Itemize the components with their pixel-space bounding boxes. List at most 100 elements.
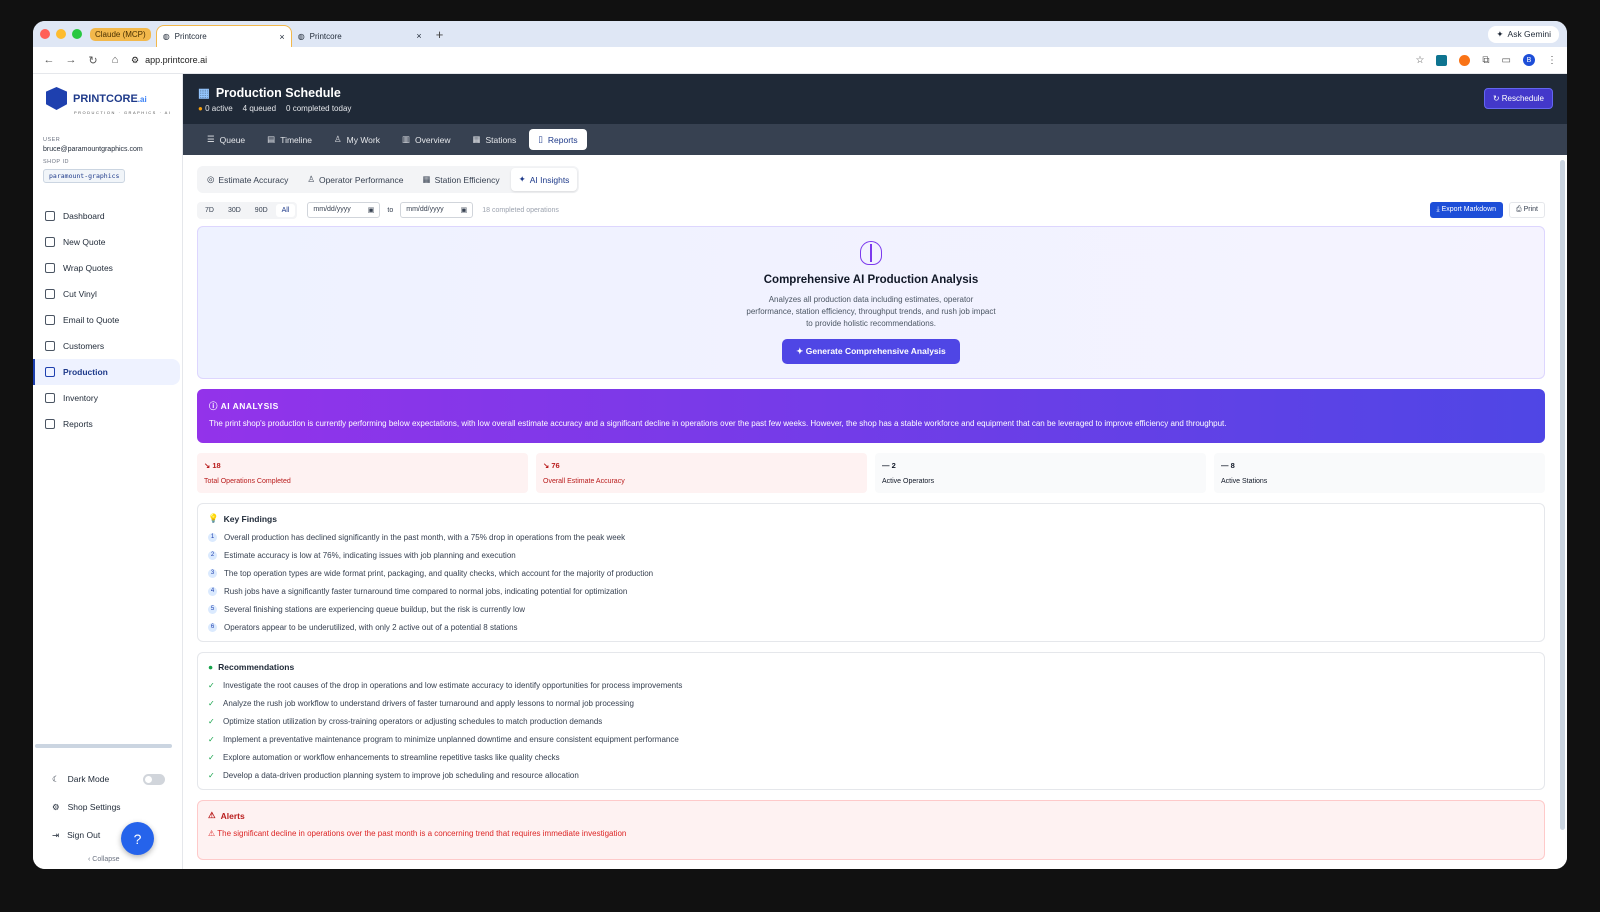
export-label: Export Markdown [1441, 206, 1497, 213]
trend-down-icon: ↘ [543, 461, 550, 470]
range-90d-button[interactable]: 90D [249, 204, 274, 217]
ask-gemini-button[interactable]: ✦ Ask Gemini [1488, 25, 1559, 43]
warning-icon: ⚠ [208, 810, 216, 820]
stat-value: 2 [891, 461, 896, 470]
download-icon: ⤓ [1436, 206, 1440, 213]
list-item: 2 Estimate accuracy is low at 76%, indica… [208, 550, 1534, 560]
ask-gemini-label: Ask Gemini [1507, 29, 1551, 39]
help-button[interactable]: ? [121, 822, 154, 855]
tab-group-tag[interactable]: Claude (MCP) [90, 27, 151, 41]
site-info-icon[interactable]: ⚙ [131, 55, 139, 66]
sidepanel-icon[interactable]: ▭ [1502, 55, 1511, 66]
minimize-window-button[interactable] [56, 29, 66, 39]
calendar-icon[interactable]: ▣ [368, 206, 375, 214]
sidebar-item-customers[interactable]: Customers [33, 333, 182, 359]
target-icon: ◎ [207, 174, 215, 184]
new-tab-icon[interactable]: + [436, 27, 444, 42]
date-range-separator: to [387, 206, 394, 214]
tab-stations[interactable]: ▦ Stations [463, 129, 525, 150]
tab-queue[interactable]: ☰ Queue [198, 129, 254, 150]
address-bar: ← → ↻ ⌂ ⚙ app.printcore.ai ☆ ⧉ ▭ B ⋮ [33, 47, 1567, 74]
lightbulb-icon: 💡 [208, 513, 219, 523]
sidebar-horizontal-scrollbar[interactable] [35, 744, 172, 748]
sidebar-item-inventory[interactable]: Inventory [33, 385, 182, 411]
back-icon[interactable]: ← [43, 54, 55, 66]
users-icon [45, 341, 55, 351]
date-from-input[interactable]: mm/dd/yyyy ▣ [307, 202, 381, 218]
user-label: USER [43, 137, 61, 143]
analysis-hero: Comprehensive AI Production Analysis Ana… [197, 226, 1545, 379]
range-30d-button[interactable]: 30D [222, 204, 247, 217]
close-window-button[interactable] [40, 29, 50, 39]
tab-reports[interactable]: ▯ Reports [529, 129, 587, 150]
subtab-ai-insights[interactable]: ✦ AI Insights [510, 168, 578, 191]
reschedule-button[interactable]: ↻ Reschedule [1483, 88, 1553, 109]
moon-icon: ☾ [52, 773, 60, 784]
collapse-label: Collapse [92, 855, 120, 863]
refresh-icon: ↻ [1492, 94, 1500, 103]
bookmark-star-icon[interactable]: ☆ [1415, 55, 1424, 66]
production-tabs: ☰ Queue ▤ Timeline ♙ My Work ▥ Overview ▦ Sta… [183, 124, 1567, 155]
shop-id-label: SHOP ID [43, 159, 70, 165]
stat-label: Total Operations Completed [204, 478, 291, 485]
shop-settings-button[interactable]: ⚙ Shop Settings [33, 793, 183, 821]
sidebar-item-wrap-quotes[interactable]: Wrap Quotes [33, 255, 182, 281]
user-icon: ♙ [334, 134, 342, 144]
date-to-input[interactable]: mm/dd/yyyy ▣ [400, 202, 474, 218]
sidebar-item-new-quote[interactable]: New Quote [33, 229, 182, 255]
sparkle-icon: ✦ [518, 174, 526, 184]
browser-tab-active[interactable]: ◍ Printcore × [155, 25, 292, 47]
finding-text: Estimate accuracy is low at 76%, indicat… [224, 550, 516, 560]
sidebar-item-reports[interactable]: Reports [33, 411, 182, 437]
sidebar-item-cut-vinyl[interactable]: Cut Vinyl [33, 281, 182, 307]
calendar-icon[interactable]: ▣ [461, 206, 468, 214]
list-item: ✓ Analyze the rush job workflow to unders… [208, 698, 1534, 708]
filter-bar: 7D 30D 90D All mm/dd/yyyy ▣ to mm/dd/yyyy… [197, 201, 1545, 219]
finding-text: Several finishing stations are experienc… [224, 604, 526, 614]
stat-card: ↘ 76 Overall Estimate Accuracy [536, 453, 867, 493]
content-scrollbar[interactable] [1560, 160, 1565, 830]
reload-icon[interactable]: ↻ [87, 54, 99, 67]
range-all-button[interactable]: All [275, 203, 296, 217]
sidebar-nav: Dashboard New Quote Wrap Quotes Cut Viny… [33, 203, 182, 437]
reschedule-label: Reschedule [1501, 94, 1544, 103]
logo[interactable]: PRINTCORE.ai [46, 87, 182, 110]
url-text: app.printcore.ai [145, 55, 208, 65]
extension-icon[interactable] [1436, 54, 1448, 66]
close-tab-icon[interactable]: × [416, 31, 421, 41]
extension-icon[interactable] [1459, 54, 1471, 66]
sidebar-item-email-to-quote[interactable]: Email to Quote [33, 307, 182, 333]
subtab-station-efficiency[interactable]: ▦ Station Efficiency [415, 168, 508, 191]
profile-avatar[interactable]: B [1523, 54, 1535, 66]
check-icon: ✓ [208, 770, 215, 780]
tab-timeline[interactable]: ▤ Timeline [258, 129, 321, 150]
maximize-window-button[interactable] [72, 29, 82, 39]
tab-label: Reports [547, 134, 578, 145]
close-tab-icon[interactable]: × [279, 32, 284, 42]
tab-my-work[interactable]: ♙ My Work [325, 129, 389, 150]
browser-tab-title: Printcore [174, 32, 207, 41]
sidebar-item-label: Dashboard [63, 211, 105, 221]
range-7d-button[interactable]: 7D [199, 204, 220, 217]
menu-dots-icon[interactable]: ⋮ [1547, 55, 1557, 66]
generate-analysis-button[interactable]: ✦ Generate Comprehensive Analysis [782, 339, 960, 364]
puzzle-icon[interactable]: ⧉ [1482, 55, 1489, 66]
subtab-estimate-accuracy[interactable]: ◎ Estimate Accuracy [199, 168, 296, 191]
brain-icon [860, 241, 882, 265]
browser-tab[interactable]: ◍ Printcore × [292, 25, 428, 47]
subtab-operator-performance[interactable]: ♙ Operator Performance [299, 168, 411, 191]
ai-analysis-banner: ⓘ AI ANALYSIS The print shop's productio… [197, 389, 1545, 443]
export-markdown-button[interactable]: ⤓ Export Markdown [1429, 202, 1504, 218]
document-icon [45, 237, 55, 247]
dark-mode-toggle[interactable] [143, 773, 165, 785]
subtab-label: Estimate Accuracy [218, 174, 289, 185]
stat-value: 76 [551, 461, 560, 470]
url-field[interactable]: ⚙ app.printcore.ai [131, 55, 207, 66]
print-button[interactable]: ⎙ Print [1509, 202, 1545, 218]
sign-out-button[interactable]: ⇥ Sign Out [33, 821, 183, 849]
forward-icon[interactable]: → [65, 54, 77, 66]
sidebar-item-dashboard[interactable]: Dashboard [33, 203, 182, 229]
tab-overview[interactable]: ▥ Overview [393, 129, 459, 150]
home-icon[interactable]: ⌂ [109, 54, 121, 66]
sidebar-item-production[interactable]: Production [33, 359, 180, 385]
